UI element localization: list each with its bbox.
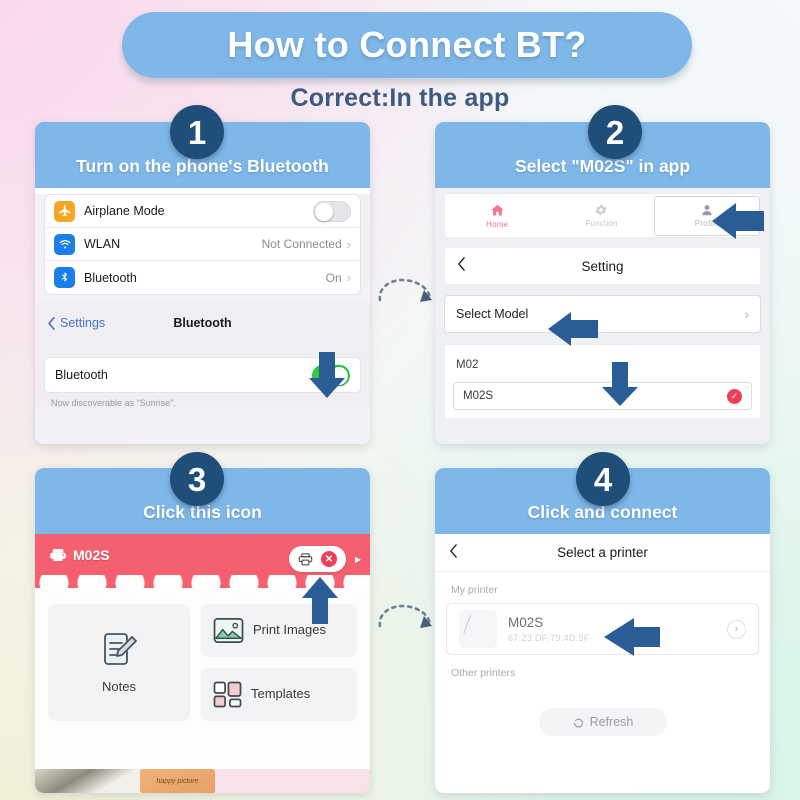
chevron-right-icon: ›: [744, 306, 749, 322]
device-name: M02S: [73, 547, 110, 563]
printer-nav-title: Select a printer: [557, 545, 648, 560]
gear-icon: [596, 204, 607, 216]
panel-step-4: Click and connect Select a printer My pr…: [435, 468, 770, 793]
app-body-4: Select a printer My printer M02S 67:23:D…: [435, 534, 770, 793]
page-title-pill: How to Connect BT?: [122, 12, 692, 78]
setting-nav-title: Setting: [581, 258, 624, 274]
printer-mac-address: 67:23:DF:79:4D:9F: [508, 633, 590, 643]
printer-thumbnail: [459, 610, 497, 648]
left-arrow-indicator-profile-tab: [712, 203, 764, 239]
tile-templates[interactable]: Templates: [201, 668, 357, 721]
panel-step-3: Click this icon M02S ✕ ▸ Notes Print Ima…: [35, 468, 370, 793]
chevron-right-icon[interactable]: ▸: [355, 552, 361, 566]
settings-row-bluetooth[interactable]: Bluetooth On ›: [45, 261, 360, 294]
panel-1-heading: Turn on the phone's Bluetooth: [76, 156, 329, 176]
other-printers-section-label: Other printers: [451, 667, 516, 679]
select-model-row[interactable]: Select Model ›: [444, 295, 761, 333]
dotted-flow-arrow-3-to-4: [378, 604, 432, 628]
refresh-button[interactable]: Refresh: [538, 708, 667, 736]
notes-icon: [104, 632, 137, 665]
settings-value-bluetooth: On: [325, 270, 342, 285]
tab-function-label: Function: [585, 219, 618, 228]
bluetooth-nav: Settings Bluetooth: [35, 311, 370, 335]
toggle-knob: [315, 202, 333, 221]
bluetooth-toggle-label: Bluetooth: [55, 368, 108, 382]
connected-device: M02S: [49, 547, 110, 563]
printer-name: M02S: [508, 615, 544, 630]
chevron-right-icon: ›: [346, 236, 351, 252]
wifi-icon: [54, 233, 75, 255]
bluetooth-nav-title: Bluetooth: [173, 316, 232, 330]
panel-2-heading: Select "M02S" in app: [514, 156, 691, 176]
settings-value-wlan: Not Connected: [261, 237, 342, 251]
airplane-icon: [54, 200, 75, 222]
dotted-flow-arrow-1-to-2: [378, 278, 432, 302]
chevron-right-icon: ›: [727, 619, 746, 639]
model-option-label: M02S: [463, 390, 494, 402]
printer-icon: [298, 552, 313, 565]
tile-notes[interactable]: Notes: [48, 604, 190, 721]
banner-action-pill: ✕: [289, 546, 346, 572]
step-badge-2: 2: [588, 105, 642, 159]
image-icon: [213, 618, 244, 643]
photo-caption-thumb: happy picture: [140, 769, 215, 793]
page-subtitle: Correct:In the app: [290, 84, 510, 112]
left-arrow-indicator-select-model: [548, 312, 598, 346]
printer-button[interactable]: [298, 552, 313, 566]
templates-icon: [213, 681, 242, 708]
settings-label-wlan: WLAN: [84, 237, 121, 251]
printer-info: M02S 67:23:DF:79:4D:9F: [508, 615, 590, 643]
up-arrow-indicator-printer-button: [302, 577, 338, 624]
photo-thumb: [35, 769, 140, 793]
printer-nav: Select a printer: [435, 534, 770, 572]
home-icon: [490, 204, 504, 215]
tab-home[interactable]: Home: [445, 194, 549, 237]
model-option-label: M02: [456, 358, 479, 371]
setting-nav: Setting: [445, 248, 760, 284]
down-arrow-indicator-1: [309, 352, 345, 398]
refresh-label: Refresh: [589, 715, 634, 729]
tab-home-label: Home: [486, 219, 509, 229]
step-badge-1: 1: [170, 105, 224, 159]
printer-icon: [50, 549, 66, 561]
step-badge-4: 4: [576, 452, 630, 506]
settings-label-bluetooth: Bluetooth: [84, 270, 137, 285]
settings-card: Airplane Mode WLAN Not Connected › Bluet…: [44, 194, 361, 295]
settings-row-wlan[interactable]: WLAN Not Connected ›: [45, 228, 360, 261]
settings-row-airplane[interactable]: Airplane Mode: [45, 195, 360, 228]
page-title: How to Connect BT?: [227, 24, 587, 65]
select-model-label: Select Model: [456, 307, 529, 321]
tile-print-images-label: Print Images: [253, 622, 326, 638]
tab-function[interactable]: Function: [549, 194, 653, 237]
bluetooth-icon: [54, 267, 75, 288]
photo-thumb: [215, 769, 370, 793]
check-icon: ✓: [727, 388, 742, 404]
printer-list-item[interactable]: M02S 67:23:DF:79:4D:9F ›: [446, 603, 759, 655]
tile-notes-label: Notes: [102, 678, 136, 694]
my-printer-section-label: My printer: [451, 584, 498, 596]
airplane-toggle[interactable]: [313, 200, 351, 222]
app-body-3: M02S ✕ ▸ Notes Print Images Templates ha…: [35, 534, 370, 793]
ios-settings-body: Airplane Mode WLAN Not Connected › Bluet…: [35, 194, 370, 444]
step-badge-3: 3: [170, 452, 224, 506]
tile-templates-label: Templates: [251, 686, 311, 702]
chevron-right-icon: ›: [346, 270, 351, 285]
left-arrow-indicator-printer: [604, 618, 660, 656]
settings-label-airplane: Airplane Mode: [84, 204, 165, 218]
setting-nav-card: Setting: [444, 247, 761, 285]
close-button[interactable]: ✕: [321, 551, 337, 567]
refresh-icon: [573, 718, 583, 728]
down-arrow-indicator-m02s: [602, 362, 638, 406]
photo-strip: happy picture: [35, 767, 370, 793]
